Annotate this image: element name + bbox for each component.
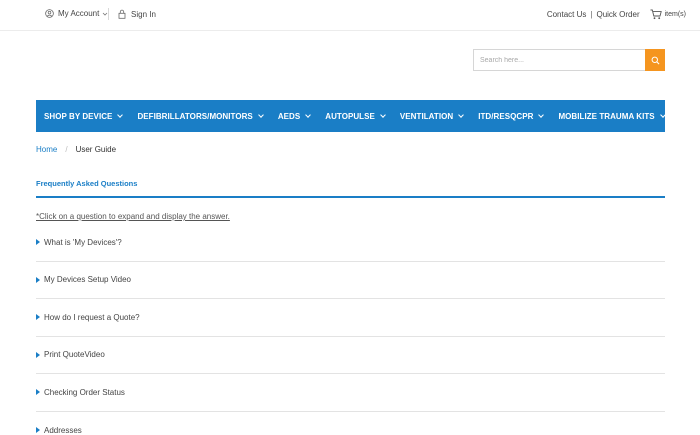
search-bar [473, 49, 665, 71]
faq-question-text: Checking Order Status [44, 387, 125, 397]
main-navigation: SHOP BY DEVICE DEFIBRILLATORS/MONITORS A… [36, 100, 666, 132]
nav-item-defibrillators-monitors[interactable]: DEFIBRILLATORS/MONITORS [137, 111, 264, 121]
topbar-divider [108, 8, 109, 20]
search-icon [651, 56, 660, 65]
nav-item-autopulse[interactable]: AUTOPULSE [325, 111, 386, 121]
faq-question-text: How do I request a Quote? [44, 312, 140, 322]
chevron-down-icon [659, 111, 666, 118]
breadcrumb-home-link[interactable]: Home [36, 145, 57, 154]
faq-question-row[interactable]: Print QuoteVideo [36, 337, 665, 374]
nav-item-aeds[interactable]: AEDS [277, 111, 312, 121]
faq-question-text: What is 'My Devices'? [44, 237, 122, 247]
faq-question-text: My Devices Setup Video [44, 275, 132, 285]
nav-item-shop-by-device[interactable]: SHOP BY DEVICE [44, 111, 124, 121]
breadcrumb: Home / User Guide [36, 145, 116, 154]
my-account-menu[interactable]: My Account [45, 9, 108, 18]
contact-us-link[interactable]: Contact Us [547, 10, 587, 19]
topbar-right-links: Contact Us | Quick Order item(s) [547, 9, 700, 20]
chevron-down-icon [117, 111, 124, 118]
faq-question-row[interactable]: Addresses [36, 412, 665, 435]
lock-icon [118, 9, 126, 19]
nav-item-ventilation[interactable]: VENTILATION [399, 111, 465, 121]
nav-item-label: DEFIBRILLATORS/MONITORS [137, 111, 253, 121]
tab-underline-divider [36, 196, 665, 198]
top-utility-bar: My Account Sign In Contact Us | Quick Or… [0, 0, 700, 31]
nav-item-label: SHOP BY DEVICE [44, 111, 113, 121]
nav-item-itd-resqcpr[interactable]: ITD/RESQCPR [478, 111, 545, 121]
caret-right-icon [36, 314, 40, 321]
link-separator: | [590, 10, 593, 19]
cart-items-label: item(s) [664, 11, 686, 18]
faq-instruction-text: *Click on a question to expand and displ… [36, 212, 230, 221]
faq-question-row[interactable]: How do I request a Quote? [36, 299, 665, 337]
faq-question-row[interactable]: What is 'My Devices'? [36, 224, 665, 262]
caret-right-icon [36, 276, 40, 283]
user-icon [45, 9, 54, 18]
sign-in-link[interactable]: Sign In [118, 9, 156, 19]
faq-question-text: Print QuoteVideo [44, 350, 105, 360]
quick-order-link[interactable]: Quick Order [596, 10, 639, 19]
nav-item-label: ITD/RESQCPR [478, 111, 534, 121]
chevron-down-icon [538, 111, 545, 118]
caret-right-icon [36, 239, 40, 246]
nav-item-mobilize-trauma-kits[interactable]: MOBILIZE TRAUMA KITS [558, 111, 666, 121]
caret-right-icon [36, 427, 40, 434]
nav-item-label: AEDS [277, 111, 301, 121]
tab-frequently-asked-questions[interactable]: Frequently Asked Questions [36, 179, 137, 188]
faq-question-row[interactable]: My Devices Setup Video [36, 262, 665, 299]
nav-item-label: MOBILIZE TRAUMA KITS [558, 111, 655, 121]
cart-button[interactable]: item(s) [650, 9, 686, 20]
chevron-down-icon [458, 111, 465, 118]
cart-icon [650, 9, 662, 20]
breadcrumb-current: User Guide [75, 145, 117, 154]
search-input[interactable] [473, 49, 645, 71]
faq-question-row[interactable]: Checking Order Status [36, 374, 665, 412]
sign-in-label: Sign In [131, 9, 156, 19]
search-button[interactable] [645, 49, 665, 71]
my-account-label: My Account [58, 9, 100, 18]
nav-item-label: VENTILATION [399, 111, 454, 121]
caret-right-icon [36, 389, 40, 396]
nav-item-label: AUTOPULSE [325, 111, 375, 121]
chevron-down-icon [380, 111, 386, 118]
chevron-down-icon [257, 111, 264, 118]
caret-right-icon [36, 351, 40, 358]
faq-question-text: Addresses [44, 425, 82, 435]
chevron-down-icon [305, 111, 312, 118]
breadcrumb-separator: / [65, 145, 68, 154]
faq-list: What is 'My Devices'? My Devices Setup V… [36, 224, 665, 435]
